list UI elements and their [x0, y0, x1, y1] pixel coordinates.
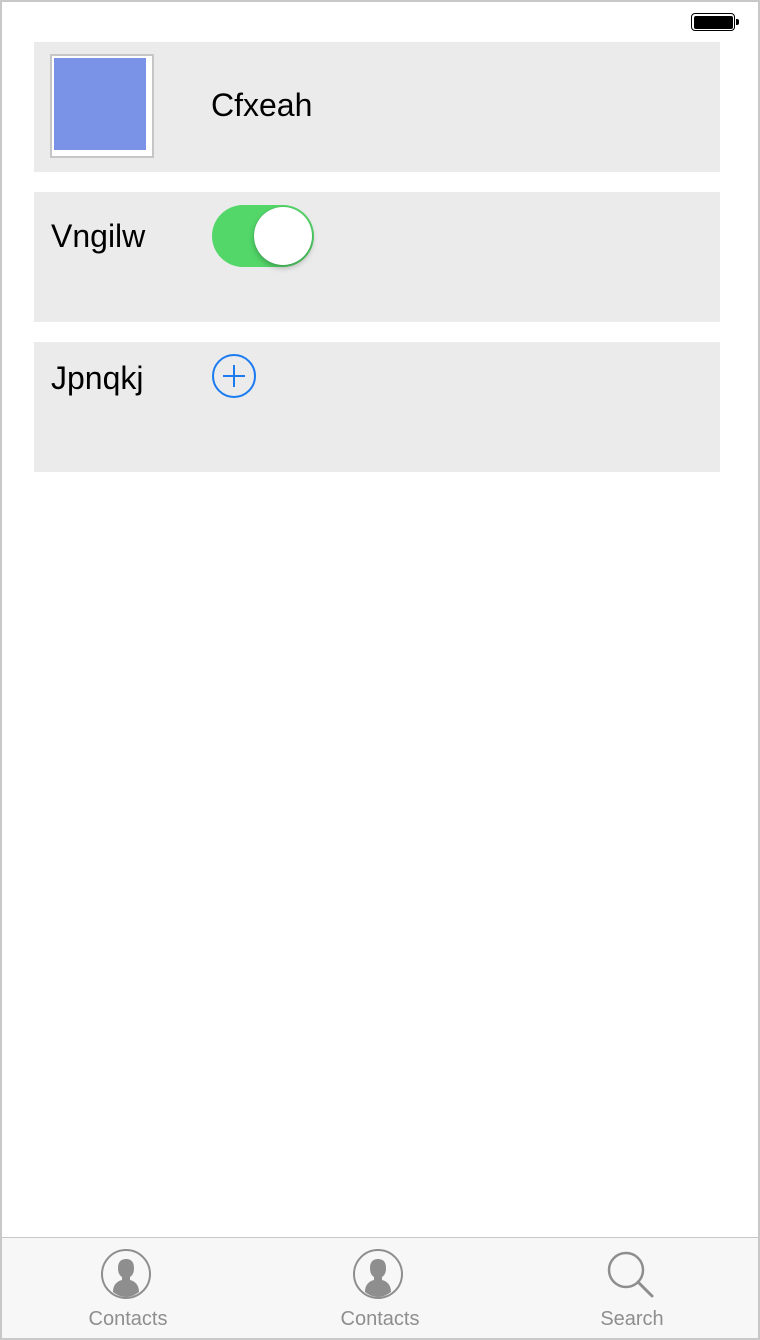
phone-screen: Cfxeah Vngilw Jpnqkj Contacts Contacts S…	[0, 0, 760, 1340]
cell-swatch[interactable]: Cfxeah	[34, 42, 720, 172]
color-swatch-frame[interactable]	[50, 54, 154, 158]
cell-toggle: Vngilw	[34, 192, 720, 322]
battery-icon	[691, 13, 735, 31]
battery-level	[693, 15, 733, 29]
plus-circle-icon[interactable]	[212, 354, 256, 398]
tab-bar: Contacts Contacts Search	[2, 1237, 758, 1338]
toggle-knob[interactable]	[254, 207, 312, 265]
toggle-switch[interactable]	[212, 205, 314, 267]
cell-title: Cfxeah	[211, 87, 313, 123]
tab-search[interactable]: Search	[506, 1238, 758, 1338]
contact-icon[interactable]	[100, 1248, 152, 1300]
contact-icon[interactable]	[352, 1248, 404, 1300]
cell-title: Jpnqkj	[51, 360, 144, 396]
color-swatch[interactable]	[54, 58, 146, 150]
add-button[interactable]	[212, 354, 256, 398]
tab-label[interactable]: Search	[506, 1308, 758, 1331]
tab-contacts[interactable]: Contacts	[2, 1238, 254, 1338]
search-icon[interactable]	[604, 1248, 656, 1300]
cell-add: Jpnqkj	[34, 342, 720, 472]
tab-contacts-2[interactable]: Contacts	[254, 1238, 506, 1338]
status-bar	[2, 2, 758, 42]
cell-title: Vngilw	[51, 218, 146, 254]
tab-label[interactable]: Contacts	[254, 1308, 506, 1331]
tab-label[interactable]: Contacts	[2, 1308, 254, 1331]
battery-tip	[736, 19, 739, 25]
